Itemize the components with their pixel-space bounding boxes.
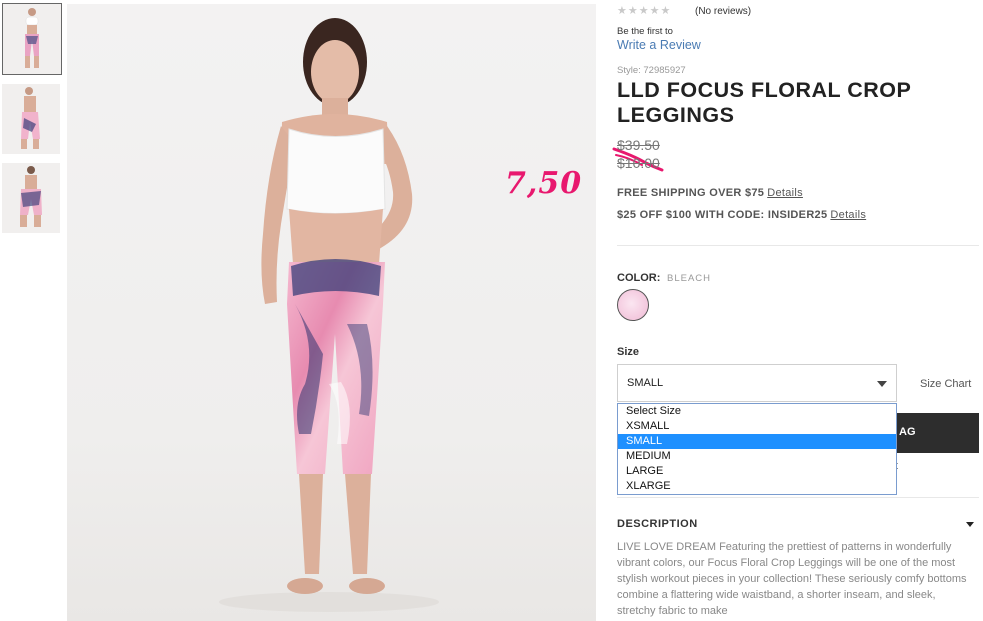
add-to-bag-label: AG (899, 426, 916, 438)
divider (617, 245, 979, 246)
review-count: (No reviews) (695, 6, 752, 17)
product-title: LLD FOCUS FLORAL CROP LEGGINGS (617, 78, 911, 127)
size-label: Size (617, 346, 640, 358)
size-chart-link[interactable]: Size Chart (920, 378, 971, 390)
thumbnail-back-image (20, 166, 42, 227)
review-prompt: Be the first to (617, 26, 673, 37)
rating-stars: ★★★★★ (617, 5, 672, 17)
price-original: $39.50 (617, 137, 660, 153)
color-swatch-bleach[interactable] (617, 289, 649, 321)
product-main-image (67, 4, 596, 621)
promo-free-shipping: FREE SHIPPING OVER $75 Details (617, 187, 803, 199)
thumbnail-side-image (21, 87, 40, 149)
price-sale: $10.00 (617, 155, 660, 171)
promo-text: FREE SHIPPING OVER $75 (617, 187, 765, 199)
chevron-down-icon (877, 381, 887, 387)
handwritten-price-annotation: 7,50 (505, 166, 583, 201)
style-number: Style: 72985927 (617, 65, 686, 76)
size-option[interactable]: XLARGE (618, 479, 896, 494)
size-select[interactable]: SMALL (617, 364, 897, 402)
promo-code: $25 OFF $100 WITH CODE: INSIDER25 Details (617, 209, 866, 221)
model-illustration (219, 18, 439, 612)
size-option[interactable]: XSMALL (618, 419, 896, 434)
thumbnail-back[interactable] (2, 163, 60, 233)
size-dropdown-list[interactable]: Select Size XSMALL SMALL MEDIUM LARGE XL… (617, 403, 897, 495)
size-option-highlighted[interactable]: SMALL (618, 434, 896, 449)
size-option[interactable]: MEDIUM (618, 449, 896, 464)
promo-text: $25 OFF $100 WITH CODE: INSIDER25 (617, 209, 828, 221)
promo-details-link[interactable]: Details (830, 209, 866, 221)
description-heading[interactable]: DESCRIPTION (617, 518, 698, 530)
write-review-link[interactable]: Write a Review (617, 38, 701, 52)
chevron-down-icon[interactable] (966, 522, 974, 527)
size-option[interactable]: Select Size (618, 404, 896, 419)
color-label: COLOR: (617, 272, 661, 284)
thumbnail-list (2, 3, 62, 242)
thumbnail-front[interactable] (2, 3, 62, 75)
promo-details-link[interactable]: Details (767, 187, 803, 199)
size-option[interactable]: LARGE (618, 464, 896, 479)
thumbnail-side[interactable] (2, 84, 60, 154)
color-value: BLEACH (667, 273, 712, 284)
add-to-bag-button[interactable]: AG (897, 413, 979, 453)
divider (617, 497, 979, 498)
description-text: LIVE LOVE DREAM Featuring the prettiest … (617, 541, 967, 617)
thumbnail-front-image (25, 8, 39, 68)
size-selected-value: SMALL (627, 377, 664, 389)
